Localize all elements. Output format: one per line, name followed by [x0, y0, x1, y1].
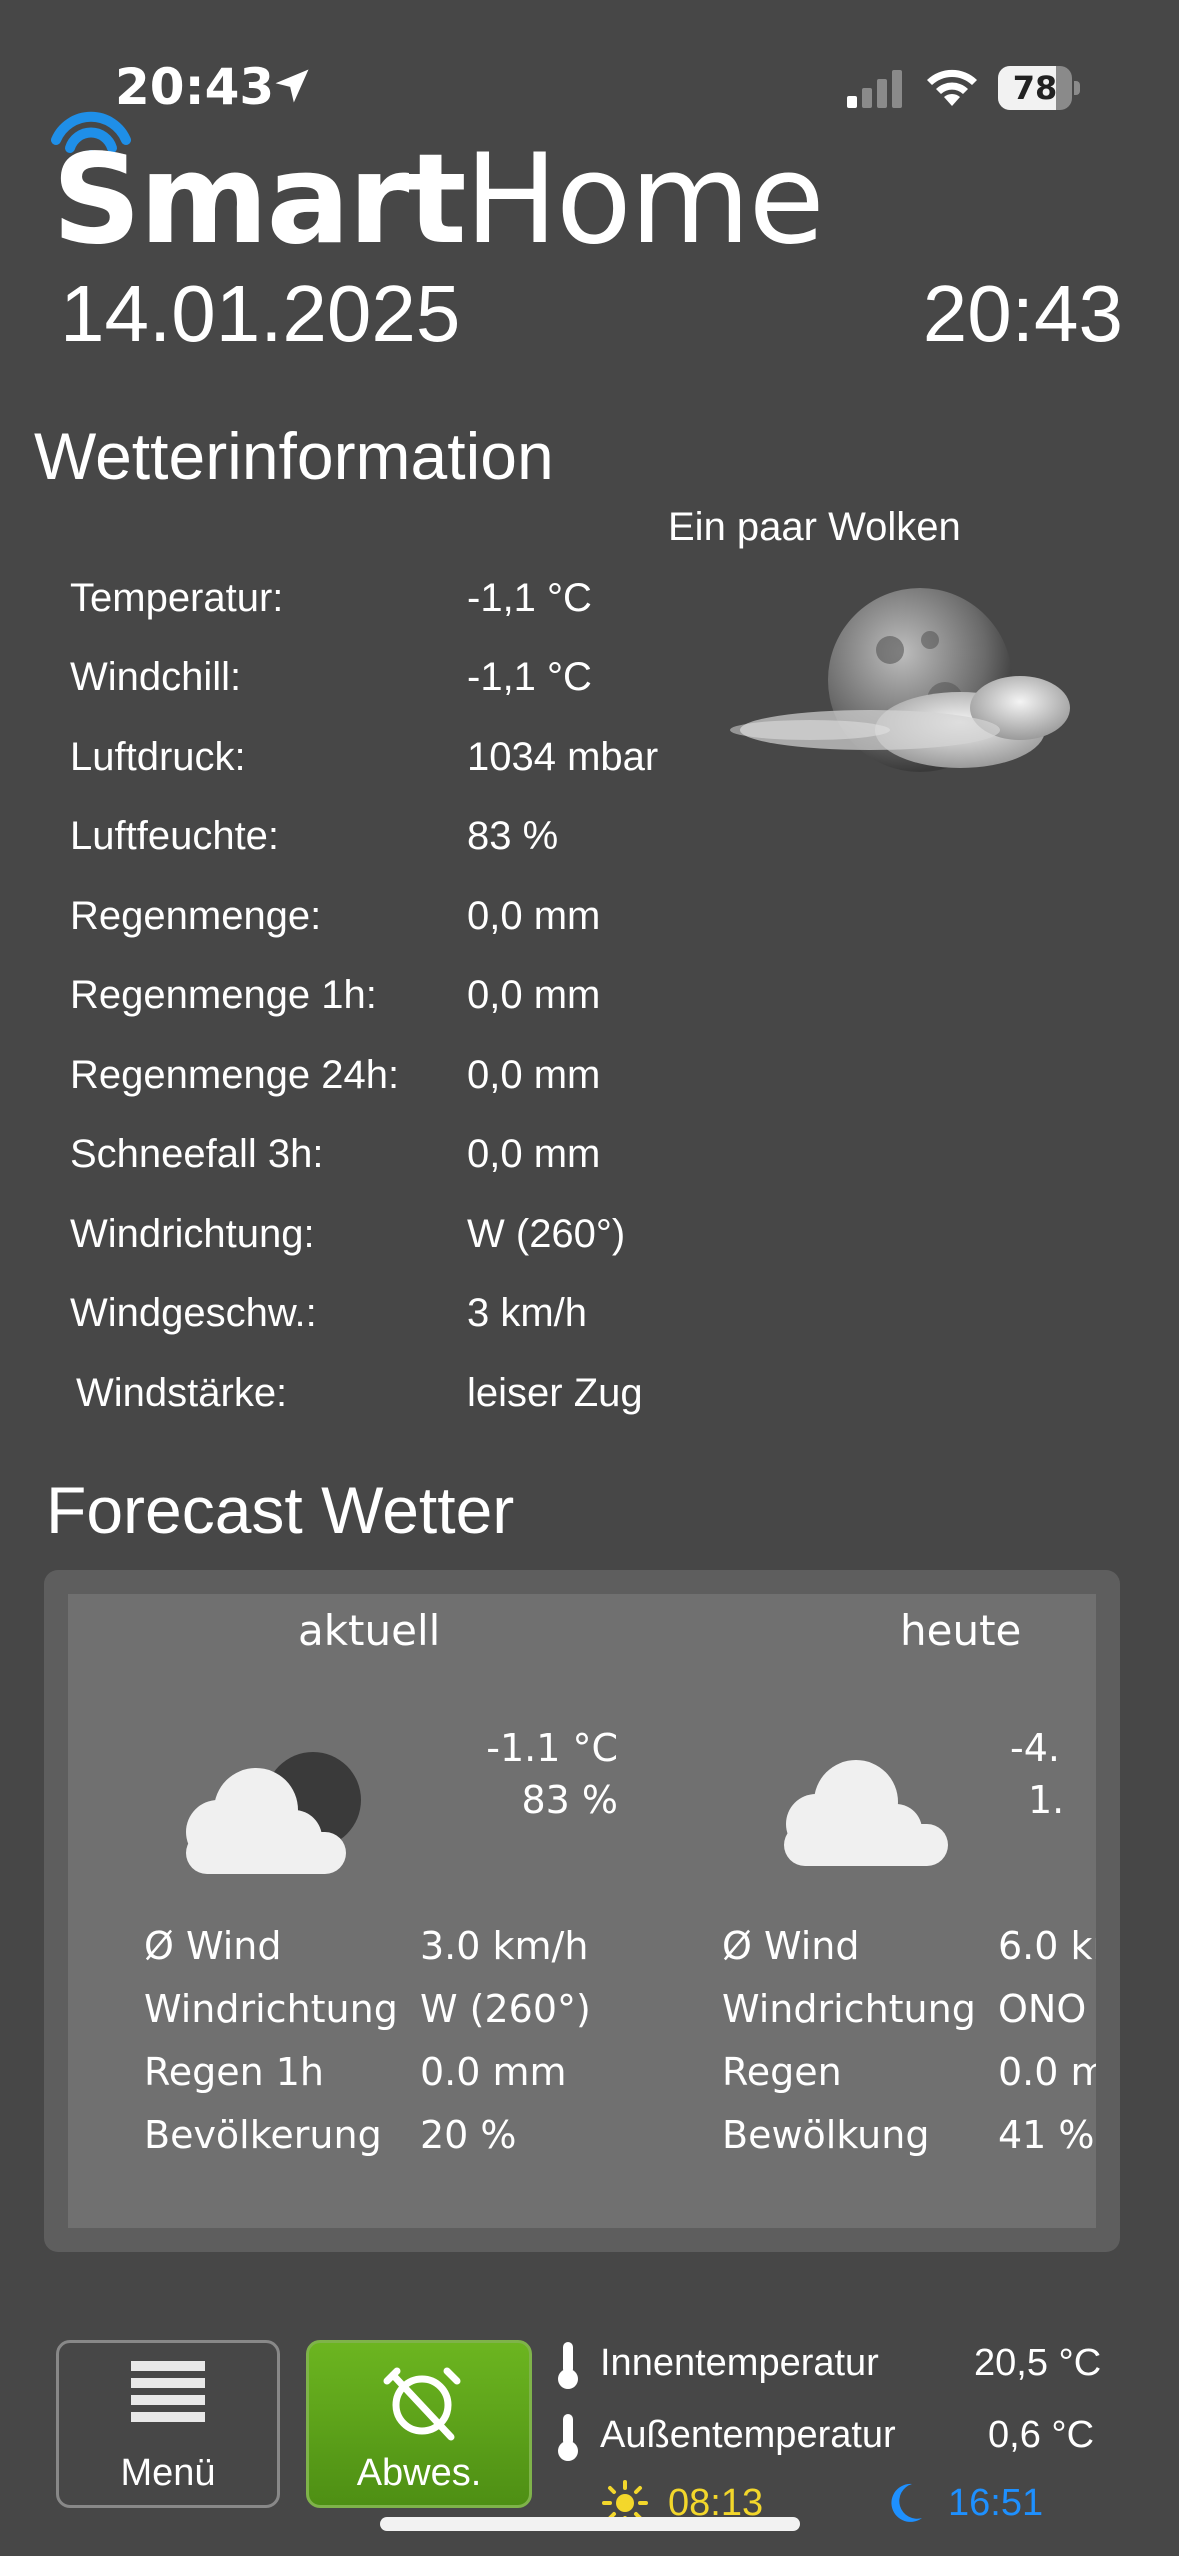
forecast-row-value: ONO ( [998, 1987, 1096, 2031]
weather-section-title: Wetterinformation [34, 419, 554, 493]
forecast-row-value: 20 % [420, 2113, 517, 2157]
forecast-column-today: heute -4. 1. Ø Wind 6.0 km Windrichtung ON… [646, 1594, 1096, 2228]
partly-cloudy-night-icon [730, 588, 1070, 772]
indoor-temperature-value: 20,5 °C [974, 2342, 1102, 2384]
forecast-column-title: aktuell [298, 1606, 441, 1655]
thermometer-icon [558, 2414, 578, 2461]
menu-icon [131, 2361, 205, 2439]
weather-description: Ein paar Wolken [668, 505, 961, 549]
indoor-temperature-label: Innentemperatur [600, 2342, 879, 2384]
battery-indicator: 78 [998, 66, 1080, 110]
current-date: 14.01.2025 [60, 269, 461, 358]
weather-label: Temperatur: [70, 576, 284, 620]
moon-icon [891, 2483, 922, 2522]
forecast-row-label: Ø Wind [722, 1924, 860, 1968]
status-time: 20:43 [115, 58, 275, 116]
alarm-off-icon [383, 2367, 461, 2441]
away-mode-button[interactable]: Abwes. [306, 2340, 532, 2508]
weather-value: 0,0 mm [467, 1132, 601, 1176]
weather-label: Regenmenge 1h: [70, 973, 377, 1017]
forecast-row-value: 41 % [998, 2113, 1095, 2157]
menu-button[interactable]: Menü [56, 2340, 280, 2508]
forecast-row-value: 6.0 km [998, 1924, 1096, 1968]
cloud-icon [784, 1760, 948, 1866]
forecast-row-label: Ø Wind [144, 1924, 282, 1968]
wifi-icon [927, 69, 977, 106]
cellular-signal-icon [847, 70, 902, 108]
forecast-column-title: heute [900, 1606, 1022, 1655]
logo-text-home: Home [464, 128, 825, 272]
forecast-humidity: 1. [1028, 1778, 1065, 1822]
outdoor-temperature-value: 0,6 °C [988, 2414, 1095, 2456]
weather-value: 83 % [467, 814, 559, 858]
weather-label: Regenmenge: [70, 894, 322, 938]
weather-label: Windchill: [70, 655, 242, 699]
forecast-temperature: -1.1 °C [486, 1726, 618, 1770]
weather-label: Windstärke: [76, 1371, 288, 1415]
weather-value: W (260°) [467, 1212, 626, 1256]
forecast-row-label: Regen [722, 2050, 842, 2094]
weather-value: 0,0 mm [467, 1053, 601, 1097]
forecast-humidity: 83 % [521, 1778, 618, 1822]
sunset-time: 16:51 [948, 2482, 1044, 2524]
weather-value: 0,0 mm [467, 894, 601, 938]
weather-value: 1034 mbar [467, 735, 659, 779]
weather-label: Luftfeuchte: [70, 814, 280, 858]
forecast-row-label: Windrichtung [722, 1987, 976, 2031]
away-button-label: Abwes. [356, 2452, 482, 2494]
forecast-row-value: 0.0 mm [998, 2050, 1096, 2094]
forecast-row-label: Windrichtung [144, 1987, 398, 2031]
current-time: 20:43 [922, 269, 1123, 358]
weather-value: -1,1 °C [467, 655, 592, 699]
app-logo: SmartHome [52, 128, 825, 272]
weather-value: leiser Zug [467, 1371, 643, 1415]
thermometer-icon [558, 2342, 578, 2389]
forecast-row-label: Bevölkerung [144, 2113, 382, 2157]
forecast-column-current: aktuell -1.1 °C 83 % Ø Wind 3.0 km/h Wind… [68, 1594, 648, 2228]
menu-button-label: Menü [120, 2452, 216, 2494]
forecast-row-label: Bewölkung [722, 2113, 930, 2157]
weather-label: Regenmenge 24h: [70, 1053, 400, 1097]
home-indicator[interactable] [380, 2517, 800, 2531]
location-arrow-icon [275, 69, 309, 103]
weather-value: 3 km/h [467, 1291, 588, 1335]
weather-label: Luftdruck: [70, 735, 246, 779]
forecast-row-value: 3.0 km/h [420, 1924, 589, 1968]
logo-text-smart: Smart [52, 128, 467, 272]
forecast-row-label: Regen 1h [144, 2050, 324, 2094]
forecast-row-value: 0.0 mm [420, 2050, 567, 2094]
weather-value: -1,1 °C [467, 576, 592, 620]
weather-label: Schneefall 3h: [70, 1132, 324, 1176]
forecast-scroll-area[interactable]: aktuell -1.1 °C 83 % Ø Wind 3.0 km/h Wind… [68, 1594, 1096, 2228]
forecast-row-value: W (260°) [420, 1987, 591, 2031]
cloud-moon-icon [186, 1752, 361, 1874]
weather-label: Windrichtung: [70, 1212, 315, 1256]
forecast-temperature: -4. [1010, 1726, 1060, 1770]
weather-value: 0,0 mm [467, 973, 601, 1017]
battery-percentage: 78 [1012, 69, 1058, 107]
forecast-panel[interactable]: aktuell -1.1 °C 83 % Ø Wind 3.0 km/h Wind… [44, 1570, 1120, 2252]
forecast-section-title: Forecast Wetter [46, 1473, 515, 1547]
outdoor-temperature-label: Außentemperatur [600, 2414, 896, 2456]
weather-label: Windgeschw.: [70, 1291, 317, 1335]
